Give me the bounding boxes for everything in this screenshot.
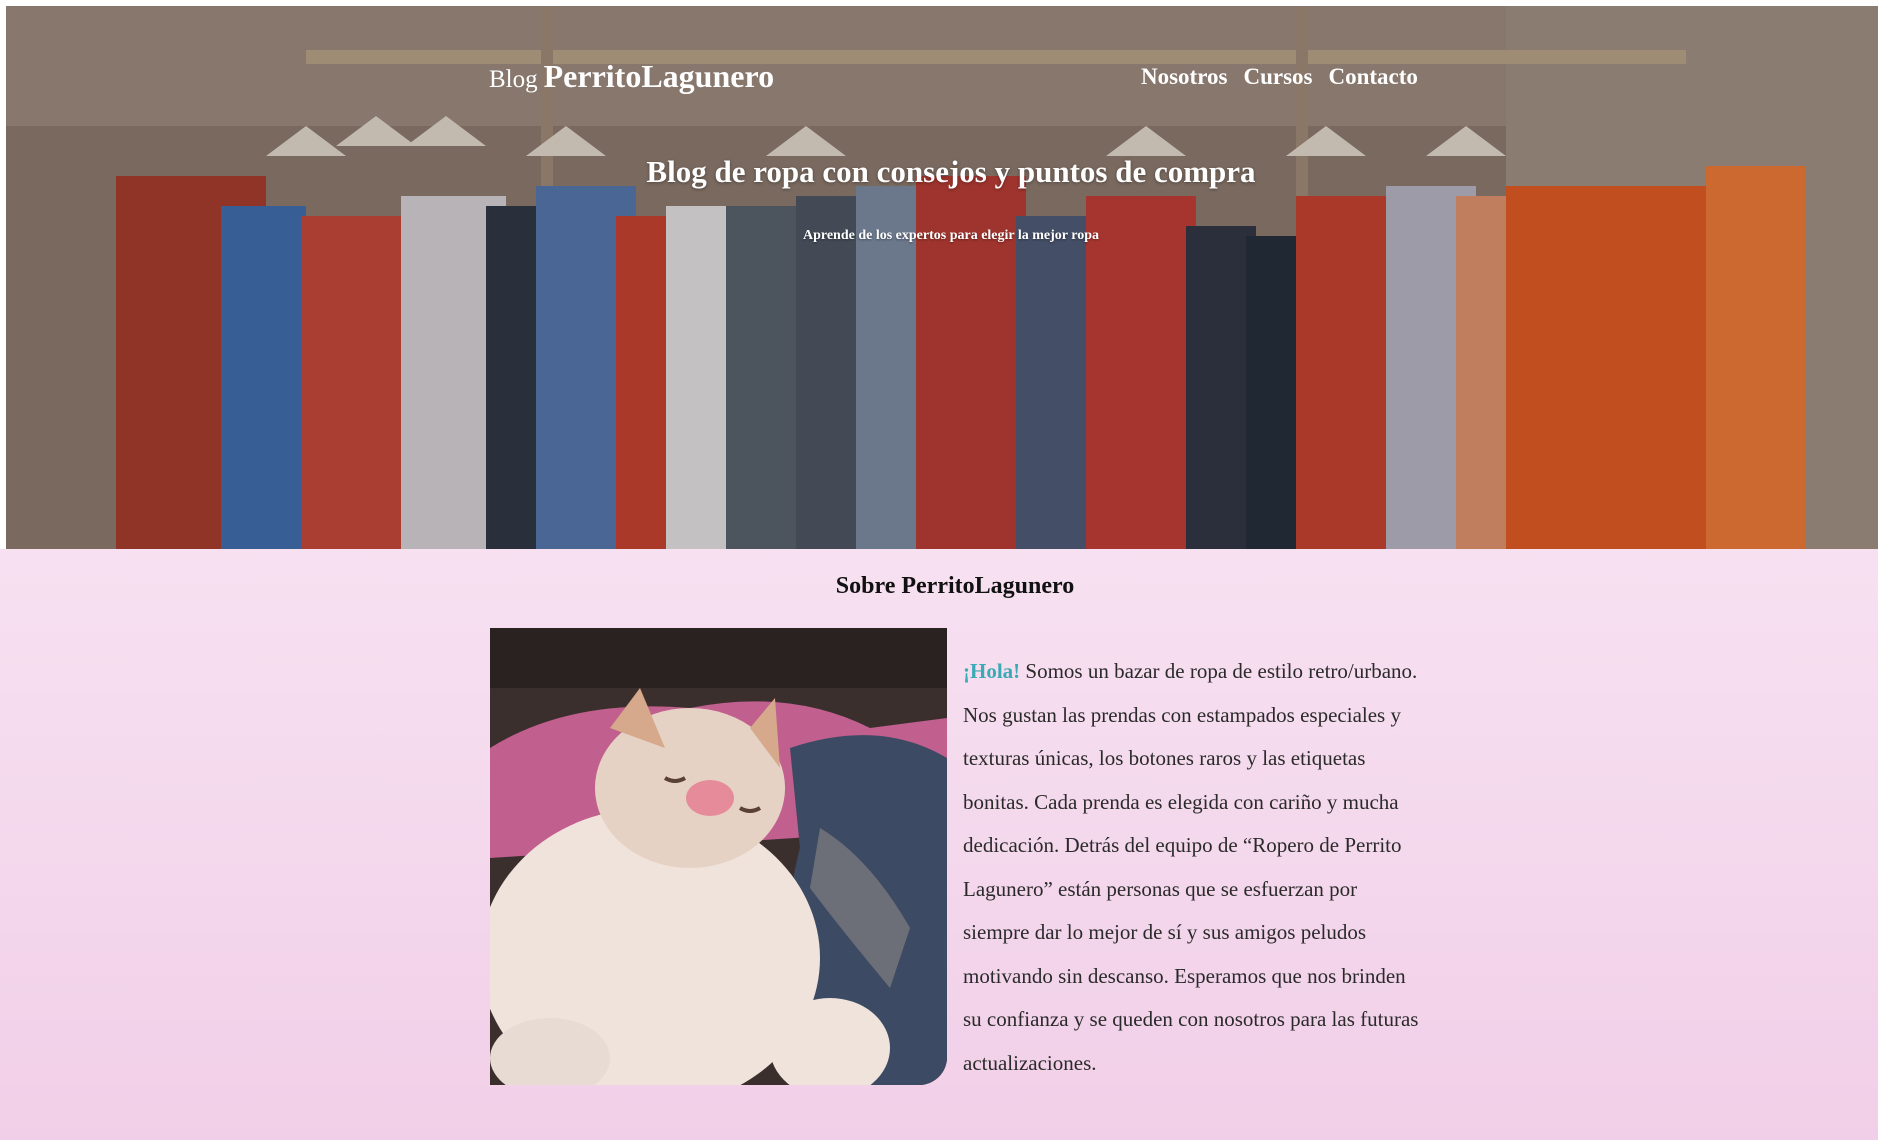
page: Blog PerritoLagunero Nosotros Cursos Cont… bbox=[0, 0, 1878, 1140]
brand-prefix: Blog bbox=[489, 66, 538, 93]
hero-title: Blog de ropa con consejos y puntos de co… bbox=[646, 154, 1256, 189]
main-nav: Nosotros Cursos Contacto bbox=[1141, 64, 1418, 90]
greeting: ¡Hola! bbox=[963, 659, 1021, 683]
about-text: ¡Hola! Somos un bazar de ropa de estilo … bbox=[963, 650, 1428, 1085]
brand-logo[interactable]: Blog PerritoLagunero bbox=[489, 58, 774, 95]
brand-name: PerritoLagunero bbox=[543, 58, 775, 94]
site-header: Blog PerritoLagunero Nosotros Cursos Cont… bbox=[6, 6, 1878, 146]
nav-link-contacto[interactable]: Contacto bbox=[1328, 64, 1417, 90]
about-title: Sobre PerritoLagunero bbox=[835, 573, 1075, 599]
about-section: Sobre PerritoLagunero ¡Hola! Somos un ba… bbox=[0, 549, 1878, 1140]
hero-subtitle: Aprende de los expertos para elegir la m… bbox=[802, 228, 1100, 243]
nav-link-cursos[interactable]: Cursos bbox=[1243, 64, 1312, 90]
dog-photo bbox=[490, 628, 947, 1085]
hero-banner: Blog PerritoLagunero Nosotros Cursos Cont… bbox=[6, 6, 1878, 549]
about-body: Somos un bazar de ropa de estilo retro/u… bbox=[963, 659, 1419, 1075]
dog-image bbox=[490, 628, 947, 1085]
nav-link-nosotros[interactable]: Nosotros bbox=[1141, 64, 1227, 90]
